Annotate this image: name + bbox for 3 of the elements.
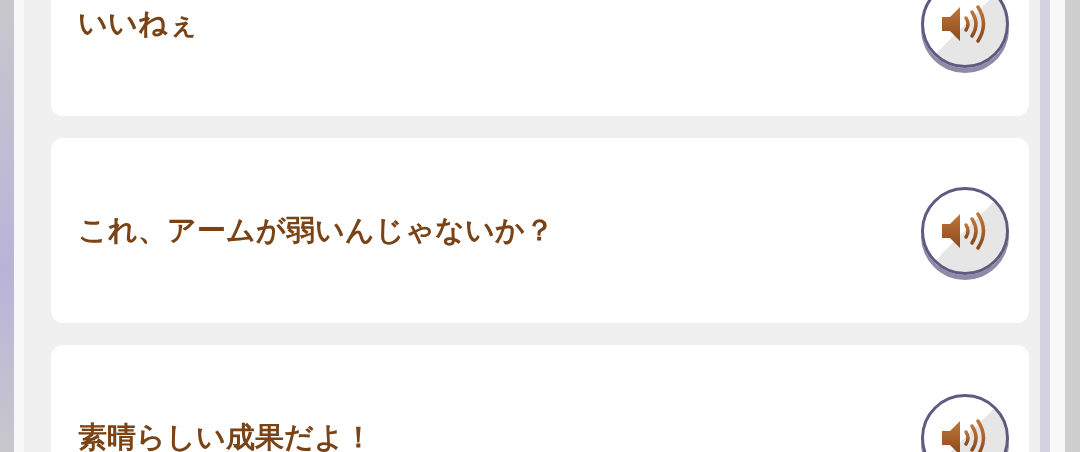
phrase-text: これ、アームが弱いんじゃないか？ — [78, 211, 554, 249]
phrase-text: いいねぇ — [78, 4, 198, 42]
phrase-text: 素晴らしい成果だよ！ — [78, 418, 373, 452]
